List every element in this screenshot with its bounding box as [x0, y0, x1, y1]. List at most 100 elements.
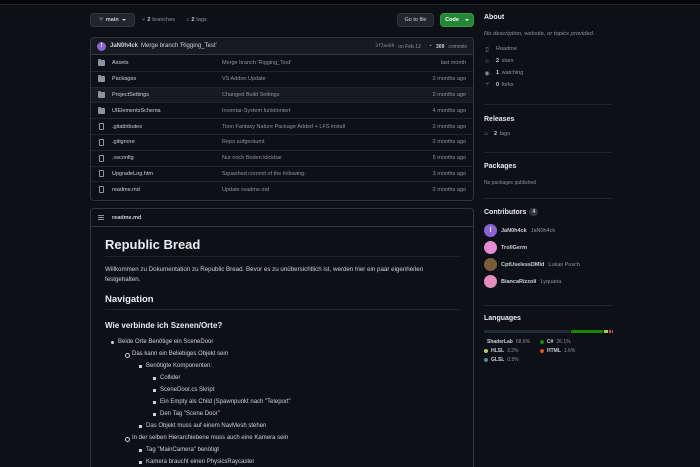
contributor-item[interactable]: TrollGerm [484, 239, 614, 256]
file-date: 2 months ago [432, 139, 466, 146]
commit-hash[interactable]: 3f7ae69 [375, 44, 394, 49]
tags-label: tags [196, 17, 207, 23]
languages-section: Languages ShaderLab 68.6% C# 26.1% HLSL 3.2% H… [484, 315, 614, 363]
file-name[interactable]: .vsconfig [112, 155, 134, 161]
folder-icon [98, 75, 105, 83]
file-commit-message[interactable]: Squashed commit of the following: [222, 171, 306, 177]
branches-link[interactable]: ⑂ 2 branches [142, 13, 175, 27]
avatar[interactable] [484, 241, 497, 254]
file-browser: ! JaN0h4ck Merge branch 'Rigging_Test' 3… [90, 37, 474, 201]
language-percent: 3.2% [507, 348, 519, 354]
file-row[interactable]: readme.md Update readme.md 2 months ago [91, 181, 473, 197]
file-date: 3 months ago [432, 170, 466, 177]
forks-link[interactable]: ⑂ 0 forks [484, 79, 614, 91]
language-dot-icon [540, 349, 544, 353]
language-item[interactable]: HTML 1.6% [540, 348, 575, 354]
eye-icon: ◉ [484, 70, 490, 77]
contributor-login[interactable]: TrollGerm [501, 245, 527, 251]
list-item: Ein Empty als Child (Spawnpunkt nach "Te… [153, 396, 459, 408]
contributor-login[interactable]: BiancaRizzoli [501, 279, 536, 285]
go-to-file-button[interactable]: Go to file [397, 13, 434, 27]
language-percent: 0.5% [507, 357, 519, 363]
file-date: 5 months ago [432, 155, 466, 162]
language-item[interactable]: HLSL 3.2% [484, 348, 530, 354]
file-row[interactable]: .gitignore Repo aufgeräumt 2 months ago [91, 133, 473, 150]
file-name[interactable]: Packages [112, 76, 136, 82]
contributors-section: Contributors 4 ! JaN0h4ck JaN0h4ck TrollGer… [484, 208, 614, 290]
file-name[interactable]: .gitattributes [112, 124, 142, 130]
contributor-login[interactable]: CptUselessDMld [501, 262, 544, 268]
contributor-name: JaN0h4ck [530, 227, 556, 234]
fork-icon: ⑂ [485, 82, 489, 88]
file-row[interactable]: Packages VS Addon Update 2 months ago [91, 70, 473, 87]
file-commit-message[interactable]: VS Addon Update [222, 76, 266, 82]
code-button[interactable]: Code [440, 13, 474, 27]
file-row[interactable]: .gitattributes Toon Fantasy Nature Packag… [91, 118, 473, 134]
language-name: HTML [547, 348, 561, 354]
chevron-down-icon [464, 19, 469, 21]
avatar[interactable] [484, 258, 497, 271]
file-commit-message[interactable]: Toon Fantasy Nature Package Added + LFS … [222, 124, 345, 130]
readme-list: Beide Orte Benötige ein SceneDoor Das ka… [105, 336, 459, 467]
file-date: 2 months ago [432, 123, 466, 130]
commits-count[interactable]: 309 [436, 44, 444, 50]
list-item: Den Tag "Scene Door" [153, 408, 459, 420]
branch-select-button[interactable]: ⑂ main [90, 13, 135, 27]
repo-toolbar: ⑂ main ⑂ 2 branches ⌂ 2 tags Go to file … [90, 13, 474, 27]
file-commit-message[interactable]: Inventar-System funktioniert [222, 108, 290, 114]
language-bar-segment [612, 330, 613, 333]
contributor-item[interactable]: CptUselessDMld Lukas Pusch [484, 256, 614, 273]
readme-intro: Willkommen zu Dokumentation zu Republic … [105, 266, 424, 283]
file-name[interactable]: UpgradeLog.htm [112, 171, 153, 177]
list-icon[interactable] [98, 215, 104, 220]
release-tags-link[interactable]: ⌂ 2 tags [484, 128, 614, 140]
file-name[interactable]: readme.md [112, 187, 140, 193]
contributor-login[interactable]: JaN0h4ck [501, 228, 527, 234]
watchers-link[interactable]: ◉ 1 watching [484, 67, 614, 79]
language-item[interactable]: ShaderLab 68.6% [484, 339, 530, 345]
contributor-item[interactable]: ! JaN0h4ck JaN0h4ck [484, 222, 614, 239]
file-name[interactable]: .gitignore [112, 139, 135, 145]
file-row[interactable]: ProjectSettings Changed Build Settings 2 m… [91, 86, 473, 103]
avatar[interactable]: ! [97, 41, 106, 51]
file-commit-message[interactable]: Changed Build Settings [222, 92, 279, 98]
file-row[interactable]: .vsconfig Nur noch Boden klickbar 5 months… [91, 149, 473, 166]
list-item: SceneDoor.cs Skript [153, 384, 459, 396]
file-commit-message[interactable]: Repo aufgeräumt [222, 139, 265, 145]
contributor-name: Lyquaria [540, 278, 562, 285]
file-date: last month [440, 59, 466, 66]
tags-link[interactable]: ⌂ 2 tags [186, 13, 207, 27]
language-bar-segment [609, 330, 612, 333]
list-item: Das Objekt muss auf einem NavMesh stehen [139, 420, 459, 432]
list-item: In der selben Hierarchiebene muss auch e… [125, 432, 459, 467]
file-name[interactable]: ProjectSettings [112, 92, 149, 98]
divider [484, 198, 612, 199]
file-commit-message[interactable]: Update readme.md [222, 187, 269, 193]
file-date: 2 months ago [432, 186, 466, 193]
readme-title: Republic Bread [105, 237, 459, 257]
file-commit-message[interactable]: Nur noch Boden klickbar [222, 155, 282, 161]
file-row[interactable]: UpgradeLog.htm Squashed commit of the fol… [91, 165, 473, 182]
file-row[interactable]: UIElementsSchema Inventar-System funktion… [91, 102, 473, 118]
file-name[interactable]: Assets [112, 60, 129, 66]
contributor-item[interactable]: BiancaRizzoli Lyquaria [484, 273, 614, 290]
commit-message[interactable]: Merge branch 'Rigging_Test' [141, 43, 217, 49]
stars-link[interactable]: ☆ 2 stars [484, 55, 614, 67]
packages-section: Packages No packages published [484, 163, 614, 186]
commit-author[interactable]: JaN0h4ck [110, 43, 138, 49]
language-item[interactable]: GLSL 0.5% [484, 357, 519, 363]
file-name[interactable]: UIElementsSchema [112, 108, 161, 114]
file-icon [99, 186, 104, 194]
file-commit-message[interactable]: Merge branch 'Rigging_Test' [222, 60, 291, 66]
file-row[interactable]: Assets Merge branch 'Rigging_Test' last mo… [91, 55, 473, 71]
file-date: 2 months ago [432, 76, 466, 83]
readme-link[interactable]: ▯ Readme [484, 43, 614, 55]
avatar[interactable] [484, 275, 497, 288]
language-item[interactable]: C# 26.1% [540, 339, 571, 345]
contributors-title[interactable]: Contributors [484, 209, 526, 216]
releases-title[interactable]: Releases [484, 116, 614, 123]
packages-title[interactable]: Packages [484, 163, 614, 170]
top-bar [0, 0, 700, 5]
commits-label[interactable]: commits [448, 44, 467, 50]
avatar[interactable]: ! [484, 224, 497, 237]
